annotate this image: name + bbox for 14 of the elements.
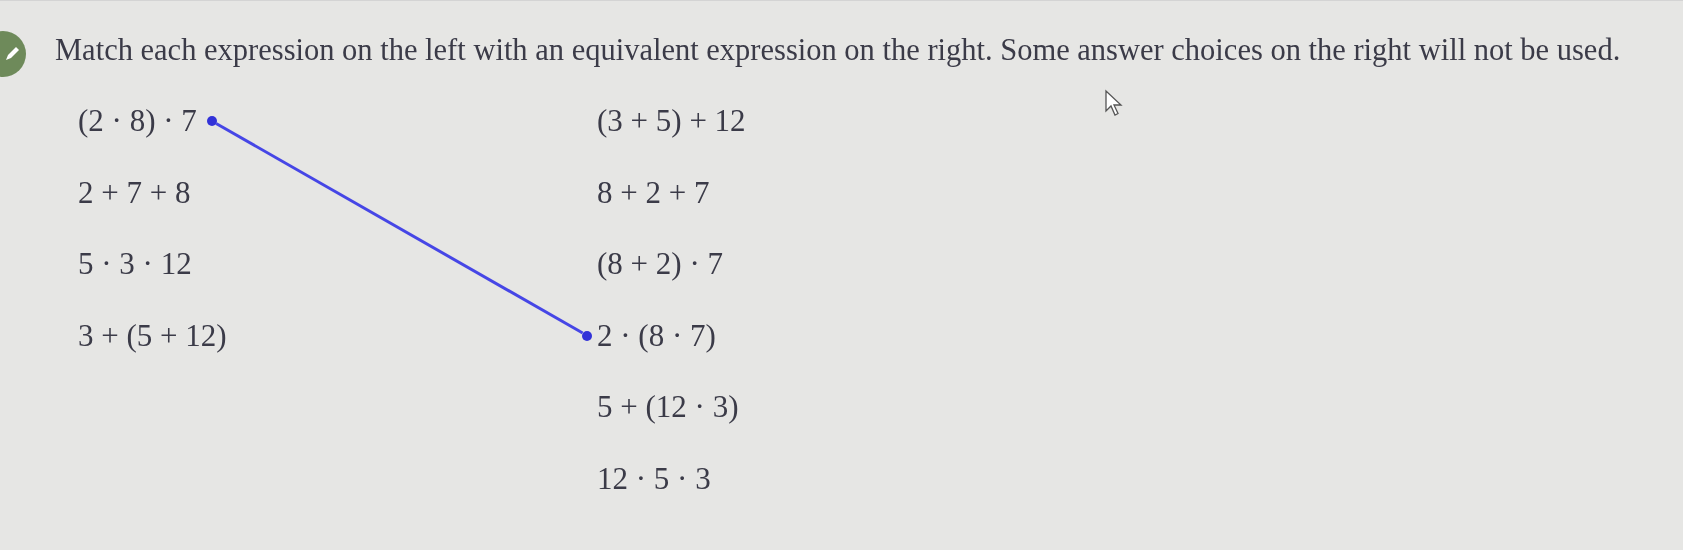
match-dot[interactable] — [206, 116, 217, 126]
question-text: Match each expression on the left with an equivalent expression on the right. Some answer choices on the right will not be used. — [55, 33, 1621, 68]
left-expression[interactable]: (2 · 8) · 7 — [78, 103, 197, 139]
left-expression[interactable]: 2 + 7 + 8 — [78, 174, 191, 211]
right-expression[interactable]: 12 · 5 · 3 — [597, 460, 711, 497]
left-expression[interactable]: 5 · 3 · 12 — [78, 246, 192, 282]
cursor-icon — [1104, 89, 1124, 117]
left-expression[interactable]: 3 + (5 + 12) — [78, 317, 227, 354]
right-expression[interactable]: (3 + 5) + 12 — [597, 103, 746, 139]
right-expression[interactable]: 5 + (12 · 3) — [597, 389, 739, 425]
match-dot[interactable] — [582, 330, 592, 341]
right-expression[interactable]: (8 + 2) · 7 — [597, 246, 723, 282]
right-expression[interactable]: 2 · (8 · 7) — [597, 317, 716, 354]
right-expression[interactable]: 8 + 2 + 7 — [597, 174, 710, 211]
